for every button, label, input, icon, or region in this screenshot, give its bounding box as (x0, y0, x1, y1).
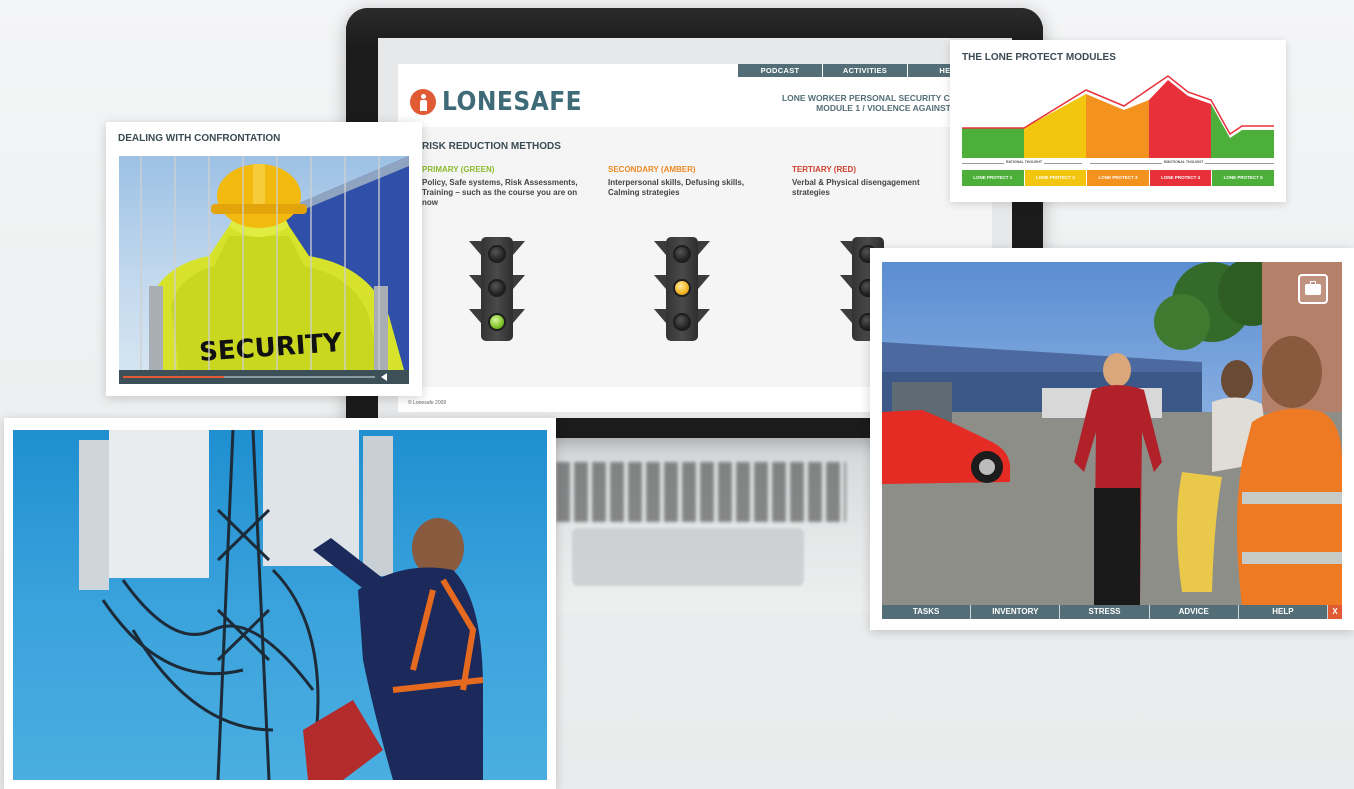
person-icon (410, 89, 436, 115)
method-desc: Policy, Safe systems, Risk Assessments, … (422, 178, 578, 207)
module-2[interactable]: LONE PROTECT 2 (1024, 170, 1088, 186)
traffic-light-amber (654, 237, 710, 345)
method-title: SECONDARY (AMBER) (608, 165, 696, 174)
game-menu-tasks[interactable]: TASKS (882, 605, 972, 619)
method-secondary: SECONDARY (AMBER) Interpersonal skills, … (608, 165, 768, 198)
game-menu-inventory[interactable]: INVENTORY (971, 605, 1061, 619)
game-close-button[interactable]: X (1328, 605, 1343, 619)
logo-text: LONESAFE (442, 87, 583, 117)
video-progress-fill (123, 376, 224, 378)
nav-podcast[interactable]: PODCAST (737, 64, 822, 77)
app-footer: © Lonesafe 2009 (408, 400, 447, 406)
module-4[interactable]: LONE PROTECT 4 (1149, 170, 1213, 186)
tower-worker-image (79, 430, 484, 780)
section-title: RISK REDUCTION METHODS (422, 141, 561, 152)
method-desc: Interpersonal skills, Defusing skills, C… (608, 178, 745, 197)
method-title: PRIMARY (GREEN) (422, 165, 495, 174)
game-menu-advice[interactable]: ADVICE (1150, 605, 1239, 619)
video-progress[interactable] (123, 376, 375, 378)
module-5[interactable]: LONE PROTECT 5 (1212, 170, 1274, 186)
game-card: TASKS INVENTORY STRESS ADVICE HELP X (870, 248, 1354, 630)
video-controls (119, 370, 409, 384)
game-viewport[interactable] (882, 262, 1342, 606)
confrontation-card-title: DEALING WITH CONFRONTATION (118, 133, 281, 144)
method-tertiary: TERTIARY (RED) Verbal & Physical disenga… (792, 165, 952, 198)
modules-chart (962, 75, 1274, 158)
lonesafe-logo: LONESAFE (410, 87, 598, 117)
green-lamp (488, 313, 506, 331)
game-scene (882, 262, 1342, 606)
volume-icon[interactable] (381, 373, 387, 381)
game-menu-help[interactable]: HELP (1239, 605, 1329, 619)
rational-thought-label: RATIONAL THOUGHT (1004, 160, 1045, 164)
method-desc: Verbal & Physical disengagement strategi… (792, 178, 920, 197)
module-3[interactable]: LONE PROTECT 3 (1087, 170, 1150, 186)
confrontation-card: DEALING WITH CONFRONTATION SECURITY (106, 122, 422, 396)
laptop-trackpad (572, 528, 804, 586)
module-bar: LONE PROTECT 1 LONE PROTECT 2 LONE PROTE… (962, 170, 1274, 186)
module-1[interactable]: LONE PROTECT 1 (962, 170, 1025, 186)
modules-card: THE LONE PROTECT MODULES RATIONAL THOUGH… (950, 40, 1286, 202)
technician-photo (13, 430, 547, 780)
app-header: LONESAFE LONE WORKER PERSONAL SECURITY C… (398, 77, 992, 127)
laptop-keyboard (556, 462, 846, 522)
game-menu-stress[interactable]: STRESS (1060, 605, 1150, 619)
method-title: TERTIARY (RED) (792, 165, 856, 174)
emotional-thought-label: EMOTIONAL THOUGHT (1162, 160, 1206, 164)
amber-lamp (673, 279, 691, 297)
security-guard-image: SECURITY (140, 156, 409, 370)
thought-scale: RATIONAL THOUGHT EMOTIONAL THOUGHT (962, 159, 1274, 167)
game-menu: TASKS INVENTORY STRESS ADVICE HELP X (882, 605, 1343, 619)
technician-card (4, 418, 556, 789)
method-primary: PRIMARY (GREEN) Policy, Safe systems, Ri… (422, 165, 582, 208)
nav-activities[interactable]: ACTIVITIES (822, 64, 907, 77)
confrontation-video[interactable]: SECURITY (119, 156, 409, 384)
traffic-light-green (469, 237, 525, 345)
briefcase-icon[interactable] (1298, 274, 1328, 304)
modules-card-title: THE LONE PROTECT MODULES (962, 52, 1116, 63)
